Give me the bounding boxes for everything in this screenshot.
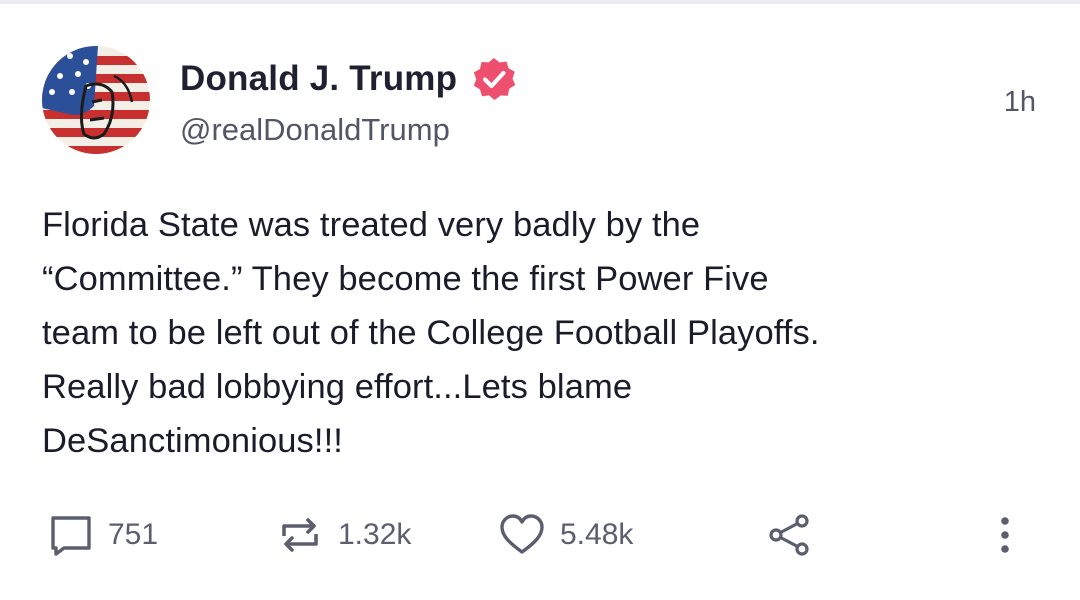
post-timestamp[interactable]: 1h (1004, 86, 1036, 119)
author-name-row: Donald J. Trump (180, 56, 517, 102)
like-button[interactable]: 5.48k (498, 505, 633, 565)
comment-icon (48, 512, 94, 558)
post-body-line: team to be left out of the College Footb… (42, 314, 820, 352)
avatar-image (42, 46, 150, 154)
heart-icon (498, 512, 546, 558)
post-body: Florida State was treated very badly by … (42, 198, 1042, 468)
post-body-line: DeSanctimonious!!! (42, 422, 343, 460)
action-bar: 751 1.32k 5.48k (0, 505, 1080, 565)
post-body-line: “Committee.” They become the first Power… (42, 260, 769, 298)
post-card: Donald J. Trump @realDonaldTrump 1h Flor… (0, 0, 1080, 600)
avatar[interactable] (42, 46, 150, 154)
share-icon (766, 512, 814, 558)
repost-icon (276, 512, 324, 558)
like-count: 5.48k (560, 518, 634, 551)
more-vertical-icon (990, 512, 1020, 558)
repost-button[interactable]: 1.32k (276, 505, 411, 565)
verified-badge-icon (471, 56, 517, 102)
post-body-line: Really bad lobbying effort...Lets blame (42, 368, 633, 406)
repost-count: 1.32k (338, 518, 412, 551)
author-display-name[interactable]: Donald J. Trump (180, 59, 457, 99)
post-body-line: Florida State was treated very badly by … (42, 206, 701, 244)
reply-count: 751 (108, 518, 159, 551)
reply-button[interactable]: 751 (48, 505, 158, 565)
share-button[interactable] (766, 505, 814, 565)
author-handle[interactable]: @realDonaldTrump (180, 112, 450, 148)
more-options-button[interactable] (990, 505, 1020, 565)
